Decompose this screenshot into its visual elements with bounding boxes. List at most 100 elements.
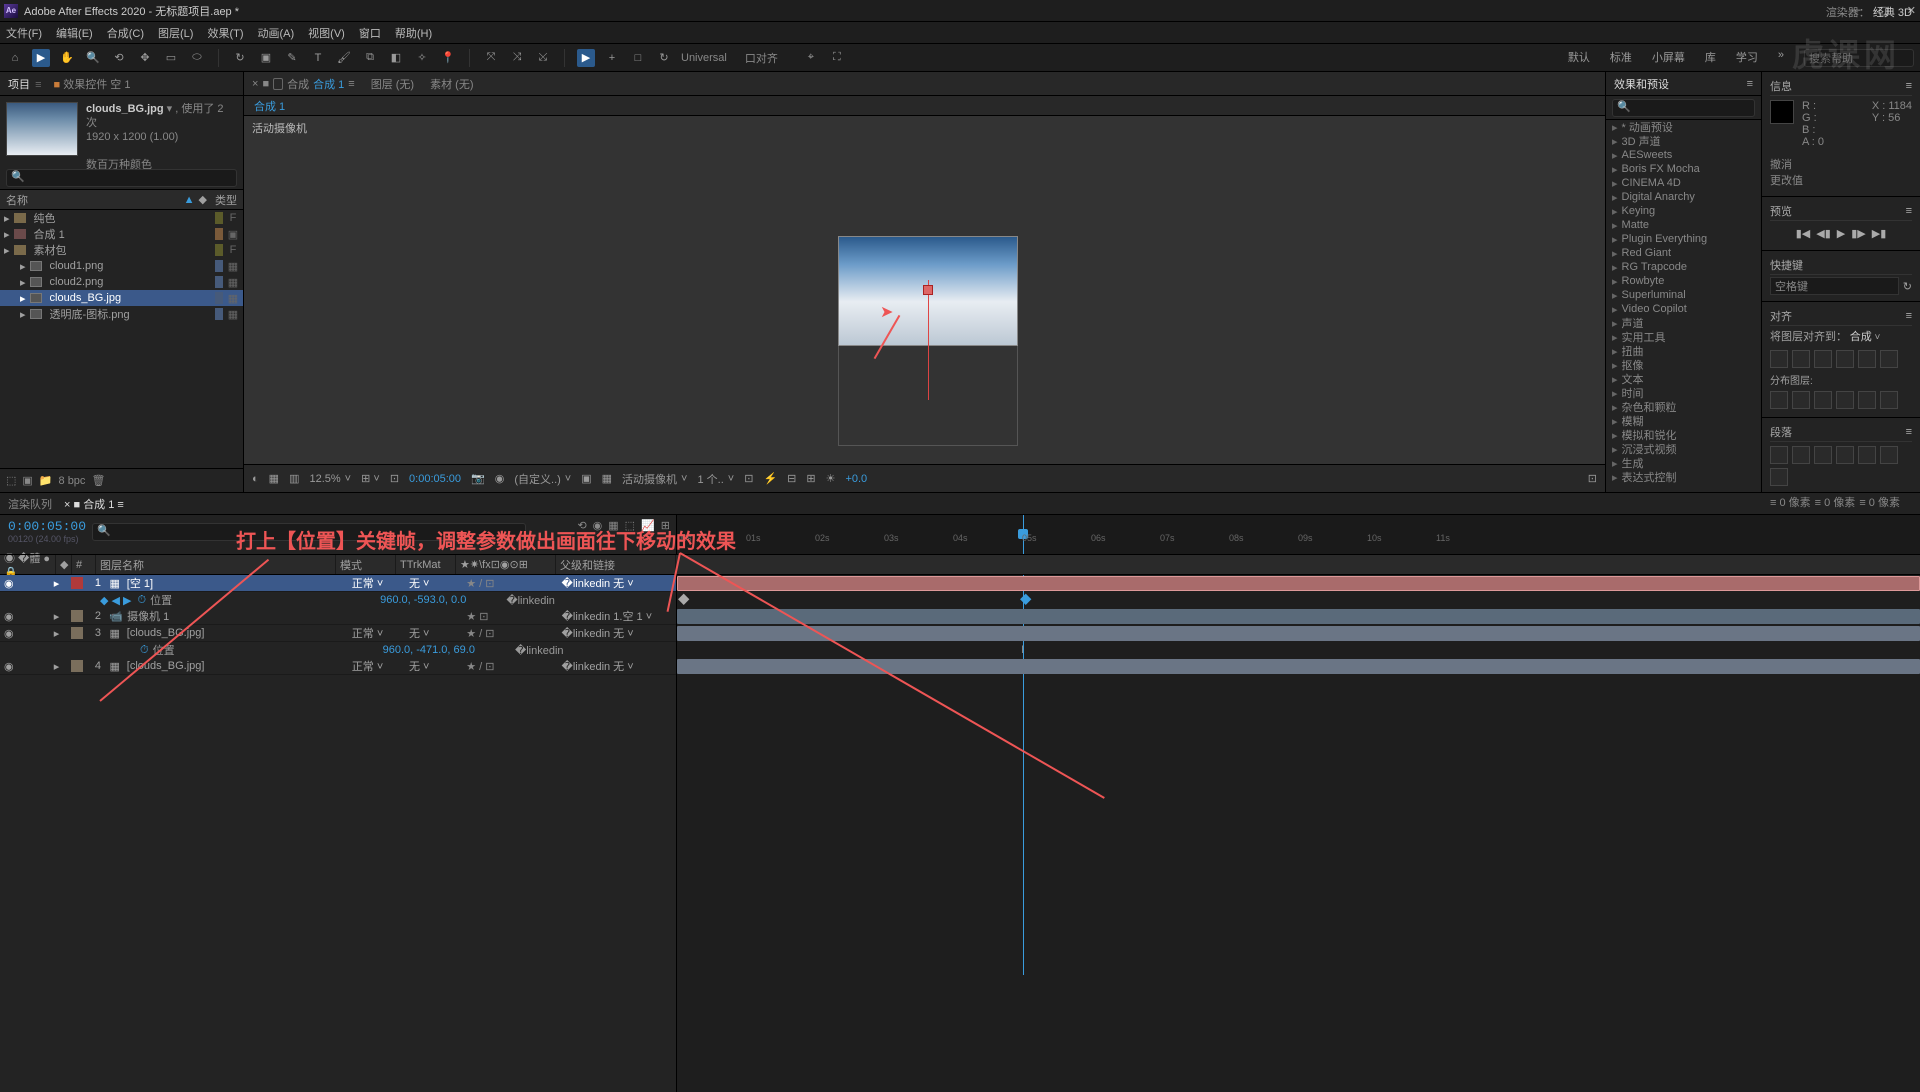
hand-tool-icon[interactable]: ✋ — [58, 49, 76, 67]
para-justify-left-icon[interactable] — [1836, 446, 1854, 464]
brainstorm-icon[interactable]: ⊞ — [661, 519, 670, 532]
exposure-reset-icon[interactable]: ☀ — [826, 472, 836, 485]
grid-icon[interactable]: ⊞ ˅ — [361, 472, 380, 485]
dist-4-icon[interactable] — [1836, 391, 1854, 409]
world-axis-icon[interactable]: ⤨ — [508, 49, 526, 67]
effect-category[interactable]: ▸时间 — [1606, 386, 1761, 400]
viewer-tab-layer[interactable]: 图层 (无) — [371, 76, 414, 92]
menu-help[interactable]: 帮助(H) — [395, 25, 432, 41]
bpc-button[interactable]: 8 bpc — [59, 475, 86, 487]
workspace-default[interactable]: 默认 — [1568, 49, 1590, 67]
menu-edit[interactable]: 编辑(E) — [56, 25, 93, 41]
snap-edge-icon[interactable]: ⌖ — [802, 49, 820, 67]
interpret-footage-icon[interactable]: ⬚ — [6, 474, 16, 487]
local-axis-icon[interactable]: ⤧ — [482, 49, 500, 67]
project-item[interactable]: ▸clouds_BG.jpg▦ — [0, 290, 243, 306]
brush-tool-icon[interactable]: 🖌 — [335, 49, 353, 67]
menu-effect[interactable]: 效果(T) — [207, 25, 243, 41]
camera-tool-icon[interactable]: ▣ — [257, 49, 275, 67]
col-type[interactable]: 类型 — [215, 192, 237, 208]
search-help-input[interactable]: 搜索帮助 — [1804, 49, 1914, 67]
effect-category[interactable]: ▸抠像 — [1606, 358, 1761, 372]
layer-row[interactable]: ◉▸4▦[clouds_BG.jpg]正常 ˅无 ˅★ / ⊡�linkedin… — [0, 658, 676, 675]
workspace-learn[interactable]: 学习 — [1736, 49, 1758, 67]
motionblur-icon[interactable]: ⬚ — [625, 519, 635, 532]
shortcut-field[interactable]: 空格键 — [1770, 277, 1899, 295]
tab-project[interactable]: 项目 ≡ — [8, 72, 41, 96]
viewer-tab-footage[interactable]: 素材 (无) — [430, 76, 473, 92]
zoom-tool-icon[interactable]: 🔍 — [84, 49, 102, 67]
effect-category[interactable]: ▸实用工具 — [1606, 330, 1761, 344]
roto-tool-icon[interactable]: ✧ — [413, 49, 431, 67]
tab-render-queue[interactable]: 渲染队列 — [8, 492, 52, 516]
para-align-right-icon[interactable] — [1814, 446, 1832, 464]
fast-preview-icon[interactable]: ⚡ — [763, 472, 777, 485]
rotate-tool-icon[interactable]: ↻ — [231, 49, 249, 67]
dist-1-icon[interactable] — [1770, 391, 1788, 409]
effect-category[interactable]: ▸沉浸式视频 — [1606, 442, 1761, 456]
para-justify-right-icon[interactable] — [1880, 446, 1898, 464]
align-hcenter-icon[interactable] — [1792, 350, 1810, 368]
puppet-tool-icon[interactable]: 📍 — [439, 49, 457, 67]
project-item[interactable]: ▸素材包F — [0, 242, 243, 258]
channel-icon[interactable]: ◉ — [495, 472, 505, 485]
eraser-tool-icon[interactable]: ◧ — [387, 49, 405, 67]
shortcut-reset-icon[interactable]: ↻ — [1903, 280, 1912, 293]
time-ruler[interactable]: 00s01s02s03s04s05s06s07s08s09s10s11s — [676, 515, 1920, 554]
project-item[interactable]: ▸合成 1▣ — [0, 226, 243, 242]
project-search-input[interactable]: 🔍 — [6, 169, 237, 187]
views-select[interactable]: 1 个.. ˅ — [697, 471, 734, 487]
col-name[interactable]: 名称 — [6, 192, 184, 208]
snap-label[interactable]: 口对齐 — [745, 50, 778, 66]
null-handle[interactable] — [923, 285, 933, 295]
effect-category[interactable]: ▸生成 — [1606, 456, 1761, 470]
menu-window[interactable]: 窗口 — [359, 25, 381, 41]
layer-track-bar[interactable] — [677, 576, 1920, 591]
property-row[interactable]: ◆ ◀ ▶⏱位置960.0, -593.0, 0.0�linkedin — [0, 592, 676, 608]
last-frame-icon[interactable]: ▶▮ — [1872, 227, 1887, 240]
play-icon[interactable]: ▶ — [577, 49, 595, 67]
project-item[interactable]: ▸cloud1.png▦ — [0, 258, 243, 274]
orbit-tool-icon[interactable]: ⟲ — [110, 49, 128, 67]
project-item[interactable]: ▸cloud2.png▦ — [0, 274, 243, 290]
effect-category[interactable]: ▸CINEMA 4D — [1606, 176, 1761, 190]
effect-category[interactable]: ▸Matte — [1606, 218, 1761, 232]
frameblend-icon[interactable]: ▦ — [608, 519, 618, 532]
layer-row[interactable]: ◉▸2📹摄像机 1★ ⊡�linkedin 1.空 1 ˅ — [0, 608, 676, 625]
lock-icon[interactable] — [273, 78, 283, 90]
timeline-search-input[interactable]: 🔍 — [92, 523, 526, 541]
menu-layer[interactable]: 图层(L) — [158, 25, 193, 41]
view-axis-icon[interactable]: ⤩ — [534, 49, 552, 67]
comp-breadcrumb[interactable]: 合成 1 — [254, 98, 285, 114]
para-align-center-icon[interactable] — [1792, 446, 1810, 464]
project-item[interactable]: ▸纯色F — [0, 210, 243, 226]
effect-category[interactable]: ▸3D 声道 — [1606, 134, 1761, 148]
track-area[interactable]: I — [676, 575, 1920, 1092]
menu-composition[interactable]: 合成(C) — [107, 25, 144, 41]
effect-category[interactable]: ▸Plugin Everything — [1606, 232, 1761, 246]
project-item[interactable]: ▸透明底-图标.png▦ — [0, 306, 243, 322]
new-comp-icon[interactable]: ▣ — [22, 474, 32, 487]
effect-category[interactable]: ▸RG Trapcode — [1606, 260, 1761, 274]
effect-category[interactable]: ▸Red Giant — [1606, 246, 1761, 260]
dist-3-icon[interactable] — [1814, 391, 1832, 409]
para-align-left-icon[interactable] — [1770, 446, 1788, 464]
draft3d-tl-icon[interactable]: ◉ — [593, 519, 603, 532]
para-justify-all-icon[interactable] — [1770, 468, 1788, 486]
loop-icon[interactable]: ↻ — [655, 49, 673, 67]
type-tool-icon[interactable]: T — [309, 49, 327, 67]
renderer-select[interactable]: 经典 3D — [1873, 7, 1912, 19]
camera-select[interactable]: 活动摄像机 ˅ — [622, 471, 687, 487]
layer-track-bar[interactable] — [677, 626, 1920, 641]
zoom-select[interactable]: 12.5% ˅ — [309, 473, 351, 485]
menu-view[interactable]: 视图(V) — [308, 25, 345, 41]
timeline-icon[interactable]: ⊟ — [787, 472, 796, 485]
align-top-icon[interactable] — [1836, 350, 1854, 368]
property-row[interactable]: ⏱位置960.0, -471.0, 69.0�linkedin — [0, 642, 676, 658]
effect-category[interactable]: ▸Video Copilot — [1606, 302, 1761, 316]
workspace-more[interactable]: » — [1778, 49, 1784, 67]
transparency-icon[interactable]: ▦ — [602, 472, 612, 485]
toggle-guides-icon[interactable]: ⊡ — [390, 472, 399, 485]
pixel-aspect-icon[interactable]: ⊡ — [744, 472, 753, 485]
align-right-icon[interactable] — [1814, 350, 1832, 368]
